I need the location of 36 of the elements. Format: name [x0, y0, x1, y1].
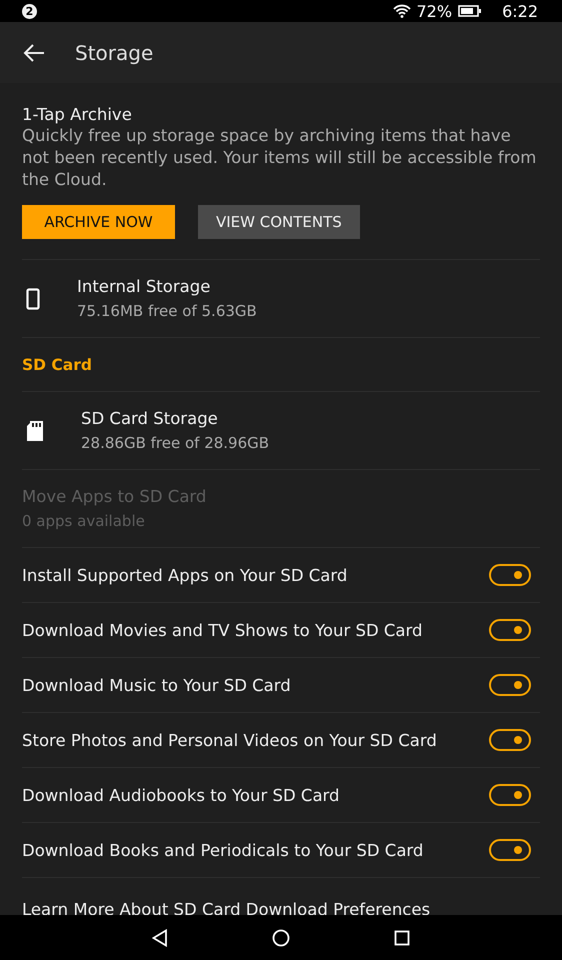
toggle-switch[interactable] [489, 839, 531, 861]
toggle-switch[interactable] [489, 784, 531, 806]
setting-label: Download Music to Your SD Card [22, 676, 291, 694]
internal-storage-item[interactable]: Internal Storage 75.16MB free of 5.63GB [22, 260, 540, 338]
battery-percent: 72% [416, 2, 452, 20]
setting-label: Store Photos and Personal Videos on Your SD Card [22, 730, 437, 750]
page-title: Storage [75, 40, 154, 64]
wifi-icon [392, 4, 410, 18]
battery-icon [458, 5, 482, 17]
sd-card-storage-item[interactable]: SD Card Storage 28.86GB free of 28.96GB [22, 392, 540, 470]
item-detail: 0 apps available [22, 512, 146, 530]
item-title: Move Apps to SD Card [22, 487, 206, 506]
toggle-switch[interactable] [489, 729, 531, 751]
home-icon[interactable] [272, 928, 290, 946]
clock: 6:22 [502, 2, 538, 20]
toggle-switch[interactable] [489, 674, 531, 696]
item-title: SD Card Storage [81, 409, 219, 428]
view-contents-button[interactable]: VIEW CONTENTS [198, 205, 360, 239]
setting-label: Install Supported Apps on Your SD Card [22, 566, 348, 584]
item-detail: 75.16MB free of 5.63GB [77, 302, 257, 320]
archive-title: 1-Tap Archive [22, 105, 133, 124]
setting-label: Download Audiobooks to Your SD Card [22, 786, 340, 804]
setting-label: Download Books and Periodicals to Your SD Card [22, 840, 424, 860]
archive-now-button[interactable]: ARCHIVE NOW [22, 205, 175, 239]
back-arrow-icon[interactable] [23, 44, 45, 62]
toggle-switch[interactable] [489, 619, 531, 641]
recents-icon[interactable] [394, 930, 410, 946]
learn-more-link[interactable]: Learn More About SD Card Download Preferences [22, 900, 540, 915]
item-detail: 28.86GB free of 28.96GB [81, 434, 270, 452]
back-icon[interactable] [152, 928, 168, 946]
item-title: Internal Storage [77, 277, 212, 296]
setting-label: Download Movies and TV Shows to Your SD Card [22, 620, 422, 640]
toggle-switch[interactable] [489, 564, 531, 586]
notification-count: 2 [22, 4, 37, 18]
section-header: SD Card [22, 338, 540, 392]
archive-description: Quickly free up storage space by archiving items that have not been recently used. Your items will still be accessible from the Cloud. [22, 125, 538, 191]
